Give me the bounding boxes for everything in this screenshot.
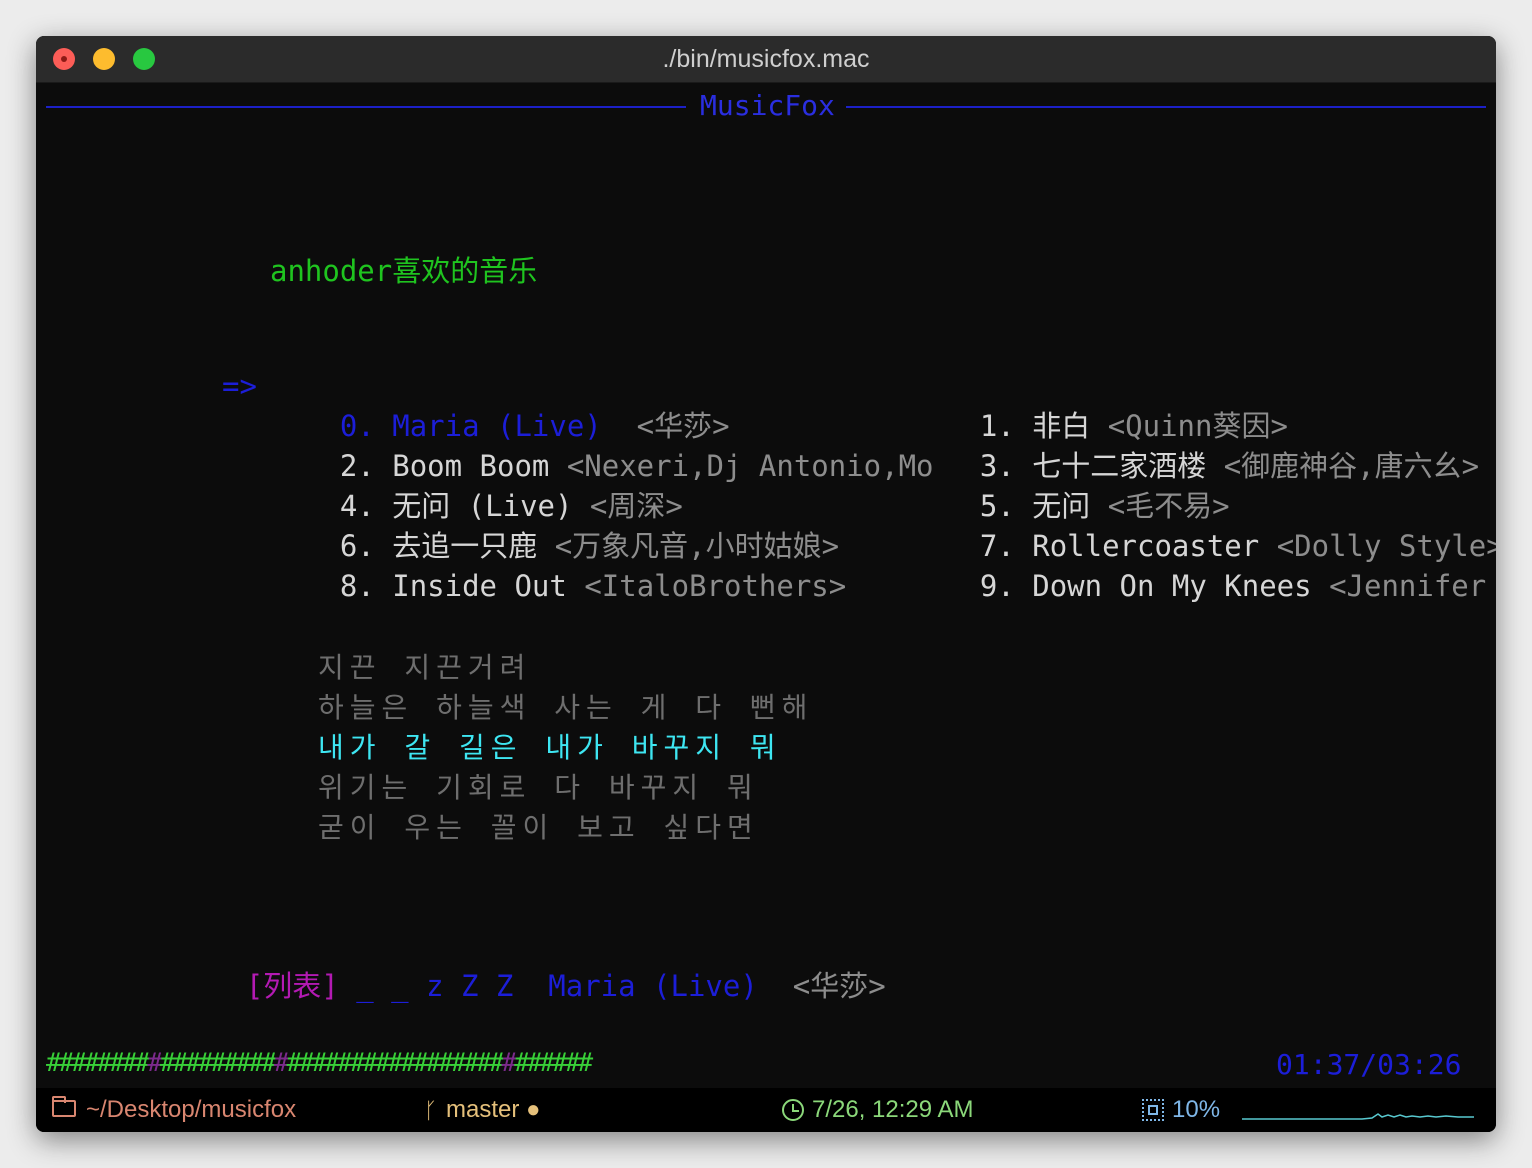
cpu-sparkline [1242,1113,1474,1120]
lyric-line: 위기는 기회로 다 바꾸지 뭐 [318,771,759,804]
lyric-line: 하늘은 하늘색 사는 게 다 뻔해 [318,691,814,724]
song-artist: <御鹿神谷,唐六幺> [1223,449,1480,483]
cpu-usage: 10% [1172,1096,1221,1123]
now-playing-name: Maria (Live) [548,969,758,1003]
now-playing-artist: <华莎> [792,969,886,1003]
status-bar: ~/Desktop/musicfox ᚴ master ● 7/26, 12:2… [36,1088,1496,1132]
datetime: 7/26, 12:29 AM [812,1096,974,1123]
lyric-line-current: 내가 갈 길은 내가 바꾸지 뭐 [318,731,782,764]
song-number: 9. [979,569,1015,603]
playback-time: 01:37/03:26 [1276,1048,1462,1081]
lyric-line: 지끈 지끈거려 [318,651,532,684]
window-title: ./bin/musicfox.mac [662,45,870,73]
git-branch: master ● [446,1096,541,1123]
current-path: ~/Desktop/musicfox [86,1096,297,1123]
app-title: MusicFox [700,89,835,122]
song-artist: <ItaloBrothers> [584,569,847,603]
song-name: Inside Out [392,569,567,603]
title-bar: ./bin/musicfox.mac [36,36,1496,83]
terminal-window: ./bin/musicfox.mac MusicFox anhoder喜欢的音乐… [36,36,1496,1132]
song-number: 8. [339,569,375,603]
mode-tag: [列表] [245,969,339,1003]
playlist-title: anhoder喜欢的音乐 [270,254,538,288]
progress-bar[interactable]: ########################################… [46,1048,593,1078]
folder-icon [52,1096,76,1117]
git-branch-icon: ᚴ [424,1098,438,1123]
header-rule-right [846,106,1486,108]
header-rule-left [46,106,686,108]
song-item[interactable]: 9. Down On My Knees <Jennifer Rush [910,526,1496,646]
selection-cursor: => [222,369,257,403]
lyric-line: 굳이 우는 꼴이 보고 싶다면 [318,811,759,844]
song-item[interactable]: 8. Inside Out <ItaloBrothers> [270,526,846,646]
cpu-icon [1142,1099,1164,1121]
sleep-indicator: _ _ z Z Z [356,969,514,1003]
song-artist: <Jennifer Rush [1329,569,1487,603]
song-name: Down On My Knees [1032,569,1312,603]
now-playing-bar: [列表] _ _ z Z Z Maria (Live) <华莎> [176,926,886,1046]
clock-icon [782,1099,804,1121]
